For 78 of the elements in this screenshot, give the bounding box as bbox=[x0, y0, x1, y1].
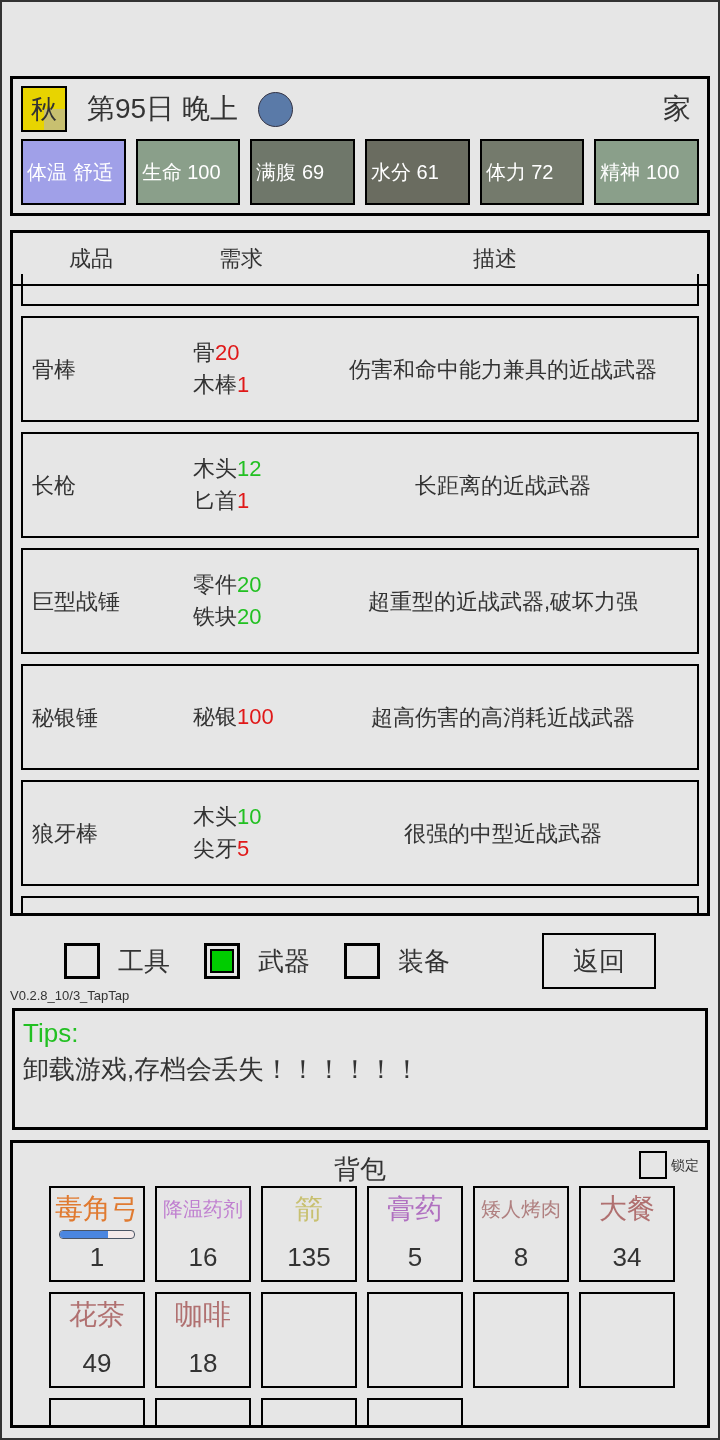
inventory-slot[interactable]: 咖啡 18 bbox=[155, 1292, 251, 1388]
recipe-card[interactable]: 秘银锤 秘银100 超高伤害的高消耗近战武器 bbox=[21, 664, 699, 770]
requirement: 木头10 bbox=[193, 803, 263, 831]
product-name: 骨棒 bbox=[32, 355, 77, 384]
item-name: 箭 bbox=[295, 1192, 323, 1226]
inventory-slot[interactable]: 膏药 5 bbox=[367, 1186, 463, 1282]
stat-tile: 生命 100 bbox=[135, 139, 241, 205]
recipe-card[interactable]: 长枪 木头12 匕首1 长距离的近战武器 bbox=[21, 432, 699, 538]
recipe-description: 伤害和命中能力兼具的近战武器 bbox=[348, 355, 658, 384]
item-name: 花茶 bbox=[69, 1298, 125, 1332]
requirement: 木头12 bbox=[193, 455, 263, 483]
inventory-slot[interactable]: 箭 135 bbox=[261, 1186, 357, 1282]
requirement: 匕首1 bbox=[193, 487, 251, 515]
requirement: 秘银100 bbox=[193, 703, 275, 731]
product-name: 巨型战锤 bbox=[32, 587, 121, 616]
product-name: 秘银锤 bbox=[32, 703, 99, 732]
inventory-slot[interactable]: 矮人烤肉 8 bbox=[473, 1186, 569, 1282]
item-count: 5 bbox=[407, 1242, 423, 1272]
category-checkbox[interactable] bbox=[64, 943, 100, 979]
day-time: 第95日 晚上 bbox=[87, 92, 238, 126]
column-header: 描述 bbox=[473, 245, 518, 273]
requirement: 骨20 bbox=[193, 339, 241, 367]
backpack-title: 背包 bbox=[334, 1152, 386, 1186]
item-count: 18 bbox=[188, 1348, 218, 1378]
stat-tile: 精神 100 bbox=[594, 139, 699, 205]
category-label: 武器 bbox=[258, 944, 310, 978]
stat-tile: 体温 舒适 bbox=[21, 139, 126, 205]
stat-tile: 水分 61 bbox=[365, 139, 470, 205]
requirement: 铁块20 bbox=[193, 603, 263, 631]
season-badge: 秋 bbox=[21, 86, 67, 132]
recipe-description: 超高伤害的高消耗近战武器 bbox=[370, 703, 636, 732]
item-count: 34 bbox=[612, 1242, 642, 1272]
location: 家 bbox=[663, 92, 691, 126]
recipe-card[interactable]: 骨棒 骨20 木棒1 伤害和命中能力兼具的近战武器 bbox=[21, 316, 699, 422]
column-header: 需求 bbox=[219, 245, 264, 273]
requirement: 尖牙5 bbox=[193, 835, 251, 863]
product-name: 狼牙棒 bbox=[32, 819, 99, 848]
item-name: 大餐 bbox=[599, 1192, 655, 1226]
item-name: 膏药 bbox=[387, 1192, 443, 1226]
requirement: 零件20 bbox=[193, 571, 263, 599]
recipe-description: 很强的中型近战武器 bbox=[403, 819, 603, 848]
item-name: 降温药剂 bbox=[163, 1197, 243, 1222]
stat-tile: 体力 72 bbox=[479, 139, 585, 205]
empty-slot[interactable] bbox=[261, 1292, 357, 1388]
tips-text: 卸载游戏,存档会丢失！！！！！！ bbox=[23, 1053, 422, 1086]
recipe-card[interactable]: 巨型战锤 零件20 铁块20 超重型的近战武器,破坏力强 bbox=[21, 548, 699, 654]
category-label: 工具 bbox=[118, 944, 170, 978]
requirement: 木棒1 bbox=[193, 371, 251, 399]
category-label: 装备 bbox=[398, 944, 450, 978]
recipe-description: 长距离的近战武器 bbox=[414, 471, 592, 500]
item-count: 8 bbox=[513, 1242, 529, 1272]
empty-slot[interactable] bbox=[367, 1292, 463, 1388]
item-count: 135 bbox=[287, 1242, 331, 1272]
column-header: 成品 bbox=[69, 245, 114, 273]
item-count: 49 bbox=[82, 1348, 112, 1378]
item-count: 16 bbox=[188, 1242, 218, 1272]
recipe-description: 超重型的近战武器,破坏力强 bbox=[366, 587, 640, 616]
item-name: 毒角弓 bbox=[55, 1192, 139, 1226]
back-button[interactable]: 返回 bbox=[542, 933, 656, 989]
empty-slot[interactable] bbox=[473, 1292, 569, 1388]
tips-title: Tips: bbox=[23, 1017, 80, 1049]
version-text: V0.2.8_10/3_TapTap bbox=[10, 988, 131, 1004]
inventory-slot[interactable]: 降温药剂 16 bbox=[155, 1186, 251, 1282]
lock-label: 锁定 bbox=[671, 1155, 699, 1175]
category-checkbox[interactable] bbox=[204, 943, 240, 979]
stat-tile: 满腹 69 bbox=[250, 139, 355, 205]
recipe-card[interactable]: 狼牙棒 木头10 尖牙5 很强的中型近战武器 bbox=[21, 780, 699, 886]
item-count: 1 bbox=[89, 1242, 105, 1272]
empty-slot[interactable] bbox=[579, 1292, 675, 1388]
inventory-slot[interactable]: 大餐 34 bbox=[579, 1186, 675, 1282]
item-name: 矮人烤肉 bbox=[481, 1197, 561, 1222]
inventory-slot[interactable]: 花茶 49 bbox=[49, 1292, 145, 1388]
product-name: 长枪 bbox=[32, 471, 77, 500]
category-checkbox[interactable] bbox=[344, 943, 380, 979]
moon-icon bbox=[257, 91, 293, 127]
lock-checkbox[interactable] bbox=[639, 1151, 667, 1179]
item-name: 咖啡 bbox=[175, 1298, 231, 1332]
inventory-slot[interactable]: 毒角弓 1 bbox=[49, 1186, 145, 1282]
